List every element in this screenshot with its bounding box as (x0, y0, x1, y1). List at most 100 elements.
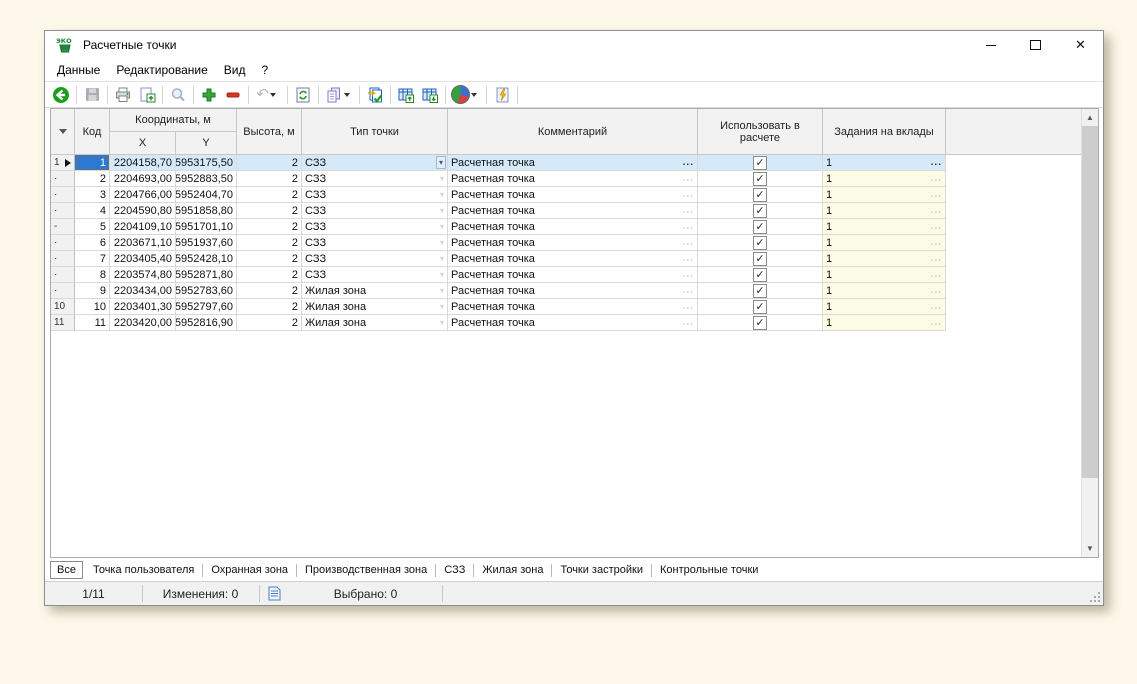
cell-comment[interactable]: Расчетная точка... (448, 203, 698, 219)
apply-tasks-button[interactable] (363, 84, 387, 106)
back-button[interactable] (49, 84, 73, 106)
checkbox[interactable]: ✓ (753, 220, 767, 234)
cell-use-in-calc[interactable]: ✓ (698, 283, 823, 299)
combo-dropdown-icon[interactable]: ▾ (440, 284, 447, 298)
cell-comment[interactable]: Расчетная точка... (448, 219, 698, 235)
cell-tasks[interactable]: 1... (823, 267, 946, 283)
cell-comment[interactable]: Расчетная точка... (448, 171, 698, 187)
cell-x[interactable]: 2203420,00 (110, 315, 176, 331)
cell-x[interactable]: 2204766,00 (110, 187, 176, 203)
cell-type[interactable]: СЗЗ▾ (302, 251, 448, 267)
cell-y[interactable]: 5952883,50 (176, 171, 237, 187)
cell-x[interactable]: 2203401,30 (110, 299, 176, 315)
cell-tasks[interactable]: 1... (823, 283, 946, 299)
cell-tasks[interactable]: 1... (823, 315, 946, 331)
combo-dropdown-icon[interactable]: ▾ (440, 252, 447, 266)
menu-item-редактирование[interactable]: Редактирование (108, 61, 215, 79)
tab-category-1[interactable]: Точка пользователя (85, 561, 202, 579)
ellipsis-button-icon[interactable]: ... (683, 159, 697, 167)
cell-use-in-calc[interactable]: ✓ (698, 203, 823, 219)
row-indicator[interactable]: · (51, 171, 75, 187)
column-header-x[interactable]: X (110, 132, 176, 155)
undo-button[interactable]: ↶ (252, 84, 284, 106)
cell-y[interactable]: 5952797,60 (176, 299, 237, 315)
cell-comment[interactable]: Расчетная точка... (448, 155, 698, 171)
row-indicator[interactable]: 10 (51, 299, 75, 315)
scrollbar-thumb[interactable] (1082, 126, 1098, 478)
table-export-button[interactable] (394, 84, 418, 106)
cell-x[interactable]: 2204158,70 (110, 155, 176, 171)
refresh-button[interactable] (291, 84, 315, 106)
cell-type[interactable]: СЗЗ▾ (302, 219, 448, 235)
column-header-height[interactable]: Высота, м (237, 109, 302, 155)
cell-x[interactable]: 2203574,80 (110, 267, 176, 283)
combo-dropdown-icon[interactable]: ▾ (440, 204, 447, 218)
ellipsis-button-icon[interactable]: ... (931, 287, 945, 295)
row-indicator[interactable]: - (51, 219, 75, 235)
checkbox[interactable]: ✓ (753, 204, 767, 218)
checkbox[interactable]: ✓ (753, 284, 767, 298)
cell-type[interactable]: Жилая зона▾ (302, 299, 448, 315)
cell-x[interactable]: 2203671,10 (110, 235, 176, 251)
cell-use-in-calc[interactable]: ✓ (698, 235, 823, 251)
cell-type[interactable]: СЗЗ▾ (302, 155, 448, 171)
cell-height[interactable]: 2 (237, 299, 302, 315)
cell-x[interactable]: 2203434,00 (110, 283, 176, 299)
tab-category-4[interactable]: СЗЗ (436, 561, 473, 579)
tab-all[interactable]: Все (50, 561, 83, 579)
cell-y[interactable]: 5951701,10 (176, 219, 237, 235)
ellipsis-button-icon[interactable]: ... (683, 175, 697, 183)
cell-type[interactable]: СЗЗ▾ (302, 187, 448, 203)
cell-code[interactable]: 10 (75, 299, 110, 315)
cell-use-in-calc[interactable]: ✓ (698, 219, 823, 235)
cell-comment[interactable]: Расчетная точка... (448, 283, 698, 299)
cell-tasks[interactable]: 1... (823, 155, 946, 171)
tab-category-6[interactable]: Точки застройки (552, 561, 651, 579)
cell-type[interactable]: СЗЗ▾ (302, 267, 448, 283)
save-button[interactable] (80, 84, 104, 106)
cell-tasks[interactable]: 1... (823, 251, 946, 267)
cell-comment[interactable]: Расчетная точка... (448, 251, 698, 267)
column-header-coords[interactable]: Координаты, м (110, 109, 237, 132)
table-import-button[interactable] (418, 84, 442, 106)
column-header-y[interactable]: Y (176, 132, 237, 155)
ellipsis-button-icon[interactable]: ... (683, 271, 697, 279)
row-indicator[interactable]: · (51, 203, 75, 219)
cell-code[interactable]: 11 (75, 315, 110, 331)
cell-comment[interactable]: Расчетная точка... (448, 187, 698, 203)
cell-y[interactable]: 5952871,80 (176, 267, 237, 283)
cell-y[interactable]: 5951858,80 (176, 203, 237, 219)
checkbox[interactable]: ✓ (753, 268, 767, 282)
close-button[interactable]: ✕ (1058, 31, 1103, 59)
cell-code[interactable]: 3 (75, 187, 110, 203)
ellipsis-button-icon[interactable]: ... (683, 223, 697, 231)
cell-y[interactable]: 5953175,50 (176, 155, 237, 171)
cell-type[interactable]: СЗЗ▾ (302, 203, 448, 219)
cell-use-in-calc[interactable]: ✓ (698, 267, 823, 283)
ellipsis-button-icon[interactable]: ... (931, 175, 945, 183)
ellipsis-button-icon[interactable]: ... (683, 303, 697, 311)
cell-y[interactable]: 5952783,60 (176, 283, 237, 299)
cell-height[interactable]: 2 (237, 187, 302, 203)
grid-corner-filter-button[interactable] (51, 109, 75, 155)
diagram-button[interactable] (449, 84, 483, 106)
combo-dropdown-icon[interactable]: ▾ (436, 156, 446, 169)
row-indicator[interactable]: 11 (51, 315, 75, 331)
menu-item-вид[interactable]: Вид (216, 61, 254, 79)
checkbox[interactable]: ✓ (753, 172, 767, 186)
cell-comment[interactable]: Расчетная точка... (448, 299, 698, 315)
cell-use-in-calc[interactable]: ✓ (698, 187, 823, 203)
menu-item-данные[interactable]: Данные (49, 61, 108, 79)
column-header-use[interactable]: Использовать в расчете (698, 109, 823, 155)
minimize-button[interactable] (968, 31, 1013, 59)
ellipsis-button-icon[interactable]: ... (931, 159, 945, 167)
calculate-button[interactable] (490, 84, 514, 106)
search-button[interactable] (166, 84, 190, 106)
cell-comment[interactable]: Расчетная точка... (448, 235, 698, 251)
checkbox[interactable]: ✓ (753, 300, 767, 314)
cell-code[interactable]: 4 (75, 203, 110, 219)
column-header-comment[interactable]: Комментарий (448, 109, 698, 155)
cell-tasks[interactable]: 1... (823, 235, 946, 251)
cell-type[interactable]: СЗЗ▾ (302, 235, 448, 251)
cell-y[interactable]: 5952428,10 (176, 251, 237, 267)
